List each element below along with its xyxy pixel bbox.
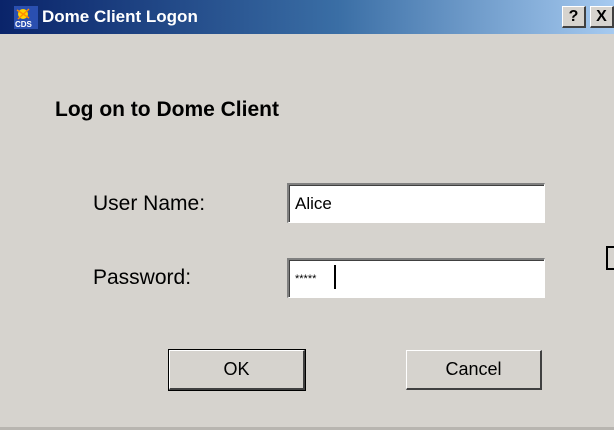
username-input[interactable] [287, 183, 545, 223]
password-input[interactable] [287, 258, 545, 298]
cds-app-icon: CDS [14, 6, 38, 29]
ok-button[interactable]: OK [168, 349, 306, 391]
cancel-button[interactable]: Cancel [406, 350, 542, 390]
title-bar[interactable]: CDS Dome Client Logon ? X [0, 0, 614, 34]
text-caret [334, 265, 336, 289]
dialog-heading: Log on to Dome Client [55, 98, 279, 121]
cds-icon-text: CDS [15, 20, 33, 29]
window-title: Dome Client Logon [42, 7, 198, 26]
close-button[interactable]: X [590, 6, 614, 28]
username-label: User Name: [93, 192, 206, 215]
password-label: Password: [93, 266, 192, 289]
partial-control-edge [606, 246, 614, 270]
logon-dialog: CDS Dome Client Logon ? X Log on to Dome… [0, 0, 614, 430]
help-button[interactable]: ? [562, 6, 586, 28]
